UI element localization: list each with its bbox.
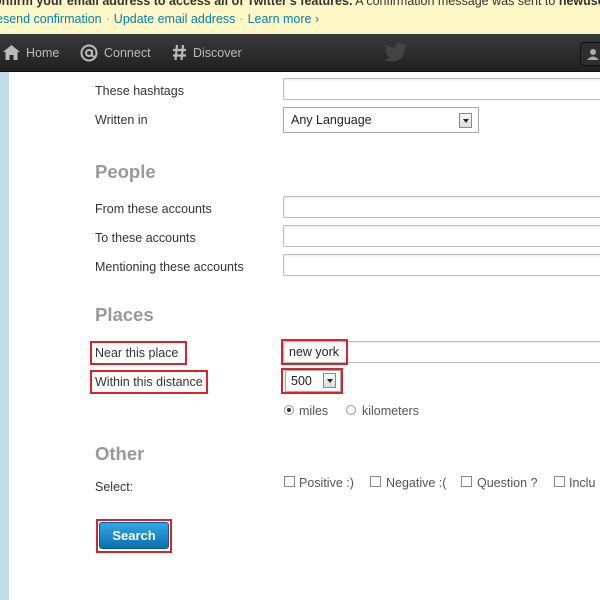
nav-home[interactable]: Home bbox=[3, 34, 59, 71]
at-icon bbox=[80, 44, 98, 61]
hashtag-icon bbox=[173, 44, 186, 61]
distance-label: Within this distance bbox=[95, 375, 203, 389]
to-accounts-label: To these accounts bbox=[95, 231, 196, 245]
user-menu-button[interactable] bbox=[580, 42, 600, 66]
hashtags-input[interactable] bbox=[283, 78, 600, 100]
language-select-value: Any Language bbox=[291, 113, 372, 127]
home-icon bbox=[3, 45, 20, 60]
positive-label: Positive :) bbox=[299, 476, 354, 490]
notice-links: esend confirmation · Update email address ·… bbox=[0, 11, 319, 27]
near-place-input-highlight bbox=[281, 339, 348, 365]
include-retweets-label: Inclu bbox=[569, 476, 596, 490]
to-accounts-input[interactable] bbox=[283, 225, 600, 247]
email-confirmation-notice: onfirm your email address to access all … bbox=[0, 0, 600, 35]
nav-home-label: Home bbox=[26, 45, 60, 60]
advanced-search-form: These hashtags Written in Any Language P… bbox=[9, 72, 600, 600]
kilometers-label: kilometers bbox=[362, 404, 419, 418]
user-icon bbox=[587, 49, 599, 60]
notice-email: newuse bbox=[558, 0, 600, 8]
nav-discover-label: Discover bbox=[193, 45, 242, 60]
places-heading: Places bbox=[95, 304, 154, 325]
other-heading: Other bbox=[95, 443, 145, 464]
mentioning-accounts-label: Mentioning these accounts bbox=[95, 260, 244, 274]
twitter-bird-icon[interactable] bbox=[384, 42, 408, 62]
negative-label: Negative :( bbox=[386, 476, 447, 490]
negative-checkbox[interactable] bbox=[370, 476, 381, 487]
question-label: Question ? bbox=[477, 476, 538, 490]
notice-rest-text: A confirmation message was sent to bbox=[355, 0, 556, 8]
resend-confirmation-link[interactable]: esend confirmation bbox=[0, 12, 102, 26]
nav-discover[interactable]: Discover bbox=[172, 34, 242, 71]
kilometers-radio[interactable] bbox=[346, 405, 356, 415]
update-email-link[interactable]: Update email address bbox=[114, 12, 236, 26]
distance-select-highlight bbox=[281, 368, 343, 394]
people-heading: People bbox=[95, 161, 156, 182]
include-retweets-checkbox[interactable] bbox=[554, 476, 565, 487]
top-navigation-bar: Home Connect Discover bbox=[0, 34, 600, 72]
nav-connect-label: Connect bbox=[104, 45, 151, 60]
chevron-down-icon[interactable] bbox=[459, 113, 472, 128]
learn-more-link[interactable]: Learn more › bbox=[248, 12, 320, 26]
written-in-label: Written in bbox=[95, 113, 148, 127]
notice-bold-text: onfirm your email address to access all … bbox=[0, 0, 353, 8]
positive-checkbox[interactable] bbox=[284, 476, 295, 487]
separator: · bbox=[239, 12, 244, 26]
search-button-highlight bbox=[96, 519, 172, 553]
language-select[interactable]: Any Language bbox=[283, 107, 479, 133]
near-place-label: Near this place bbox=[95, 346, 179, 360]
from-accounts-input[interactable] bbox=[283, 196, 600, 218]
select-label: Select: bbox=[95, 480, 134, 494]
question-checkbox[interactable] bbox=[461, 476, 472, 487]
notice-message: onfirm your email address to access all … bbox=[0, 0, 600, 9]
hashtags-label: These hashtags bbox=[95, 84, 184, 98]
miles-label: miles bbox=[299, 404, 329, 418]
miles-radio[interactable] bbox=[284, 405, 294, 415]
nav-connect[interactable]: Connect bbox=[80, 34, 151, 71]
mentioning-accounts-input[interactable] bbox=[283, 254, 600, 276]
separator: · bbox=[105, 12, 110, 26]
from-accounts-label: From these accounts bbox=[95, 202, 212, 216]
